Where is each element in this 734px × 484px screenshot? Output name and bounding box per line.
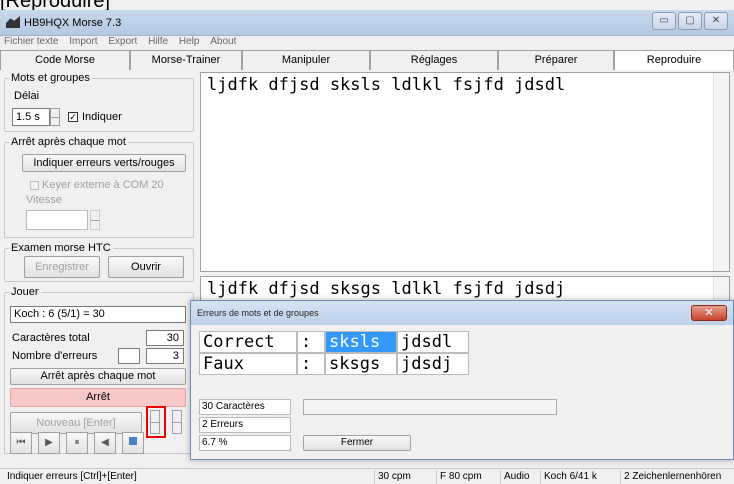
tab-preparer[interactable]: Préparer — [498, 50, 614, 70]
erreurs-value: 3 — [146, 348, 184, 364]
arret-apres-button[interactable]: Arrêt après chaque mot — [10, 368, 186, 385]
tab-morse-trainer[interactable]: Morse-Trainer — [130, 50, 242, 70]
indiquer-label: Indiquer — [82, 111, 122, 123]
erreurs-box — [118, 348, 140, 364]
title-bar: HB9HQX Morse 7.3 ▭ ▢ ✕ — [0, 10, 734, 36]
arret-status[interactable]: Arrêt — [10, 388, 186, 407]
erreurs-label: Nombre d'erreurs — [12, 350, 98, 362]
dialog-title: Erreurs de mots et de groupes — [191, 301, 733, 325]
correct-word-2: jdsdl — [397, 331, 469, 353]
reference-text: ljdfk dfjsd sksls ldlkl fsjfd jdsdl — [207, 75, 566, 95]
vitesse-input[interactable] — [26, 210, 88, 230]
indiquer-erreurs-button[interactable]: Indiquer erreurs verts/rouges — [22, 154, 186, 172]
reference-scrollbar[interactable] — [713, 73, 729, 271]
pause-button[interactable]: ⏸ — [66, 432, 88, 454]
arret-legend: Arrêt après chaque mot — [11, 136, 126, 148]
play-button[interactable]: ▶ — [38, 432, 60, 454]
status-koch: Koch 6/41 k — [540, 470, 618, 484]
tab-reproduire[interactable]: Reproduire — [614, 50, 734, 70]
menu-import[interactable]: Import — [69, 36, 97, 47]
enregistrer-button[interactable]: Enregistrer — [24, 256, 100, 278]
progress-bar — [303, 399, 557, 415]
koch-select[interactable]: Koch : 6 (5/1) = 30 — [10, 306, 186, 323]
app-icon — [6, 16, 20, 28]
correct-word-1: sksls — [325, 331, 397, 353]
indiquer-checkbox[interactable]: ✓ — [68, 112, 78, 122]
delai-input[interactable]: 1.5 s — [12, 108, 50, 126]
examen-legend: Examen morse HTC — [11, 242, 111, 254]
tab-manipuler[interactable]: Manipuler — [242, 50, 370, 70]
stop-button[interactable] — [122, 432, 144, 454]
tab-code-morse[interactable]: Code Morse — [0, 50, 130, 70]
nouveau-spinner[interactable] — [150, 410, 160, 434]
status-lesson: 2 Zeichenlernenhören — [620, 470, 734, 484]
caracteres-count: 30 Caractères — [199, 399, 291, 415]
mots-groupes-legend: Mots et groupes — [11, 72, 90, 84]
vitesse-label: Vitesse — [26, 194, 62, 206]
left-panel: Mots et groupes Délai 1.5 s ✓ Indiquer A… — [0, 70, 196, 456]
faux-word-1: sksgs — [325, 353, 397, 375]
window-controls: ▭ ▢ ✕ — [652, 12, 728, 30]
menu-about[interactable]: About — [210, 36, 236, 47]
nouveau-button[interactable]: Nouveau [Enter] — [10, 412, 142, 434]
correct-label: Correct — [199, 331, 297, 353]
status-farnsworth: F 80 cpm — [436, 470, 496, 484]
correct-separator: : — [297, 331, 325, 353]
keyer-label: Keyer externe à COM 20 — [42, 179, 164, 191]
typed-text: ljdfk dfjsd sksgs ldlkl fsjfd jdsdj — [207, 279, 566, 299]
tab-bar: Code Morse Morse-Trainer Manipuler Régla… — [0, 50, 734, 70]
minimize-button[interactable]: ▭ — [652, 12, 676, 30]
keyer-checkbox[interactable] — [30, 181, 39, 190]
tab-reglages[interactable]: Réglages — [370, 50, 498, 70]
maximize-button[interactable]: ▢ — [678, 12, 702, 30]
vitesse-spinner[interactable] — [90, 210, 100, 230]
caracteres-value: 30 — [146, 330, 184, 346]
nouveau-spinner-2[interactable] — [172, 410, 182, 434]
status-audio: Audio — [500, 470, 538, 484]
reference-text-area[interactable]: ljdfk dfjsd sksls ldlkl fsjfd jdsdl — [200, 72, 730, 272]
faux-separator: : — [297, 353, 325, 375]
menu-help[interactable]: Help — [179, 36, 200, 47]
fermer-button[interactable]: Fermer — [303, 435, 411, 451]
menu-fichier-texte[interactable]: Fichier texte — [4, 36, 58, 47]
menu-bar: Fichier texte Import Export Hilfe Help A… — [0, 36, 734, 50]
menu-hilfe[interactable]: Hilfe — [148, 36, 168, 47]
status-bar: Indiquer erreurs [Ctrl]+[Enter] 30 cpm F… — [0, 468, 734, 484]
window-title: HB9HQX Morse 7.3 — [24, 17, 122, 29]
dialog-close-button[interactable]: ✕ — [691, 305, 727, 321]
close-button[interactable]: ✕ — [704, 12, 728, 30]
faux-word-2: jdsdj — [397, 353, 469, 375]
faux-label: Faux — [199, 353, 297, 375]
percent-value: 6.7 % — [199, 435, 291, 451]
delai-label: Délai — [14, 90, 40, 102]
back-button[interactable]: ◀ — [94, 432, 116, 454]
status-hint: Indiquer erreurs [Ctrl]+[Enter] — [7, 471, 137, 482]
skip-start-button[interactable]: ⏮ — [10, 432, 32, 454]
erreurs-count: 2 Erreurs — [199, 417, 291, 433]
caracteres-label: Caractères total — [12, 332, 90, 344]
menu-export[interactable]: Export — [108, 36, 137, 47]
jouer-legend: Jouer — [11, 286, 39, 298]
errors-dialog: Erreurs de mots et de groupes ✕ Correct … — [190, 300, 734, 460]
ouvrir-button[interactable]: Ouvrir — [108, 256, 184, 278]
status-cpm: 30 cpm — [374, 470, 432, 484]
delai-spinner[interactable] — [50, 108, 60, 126]
